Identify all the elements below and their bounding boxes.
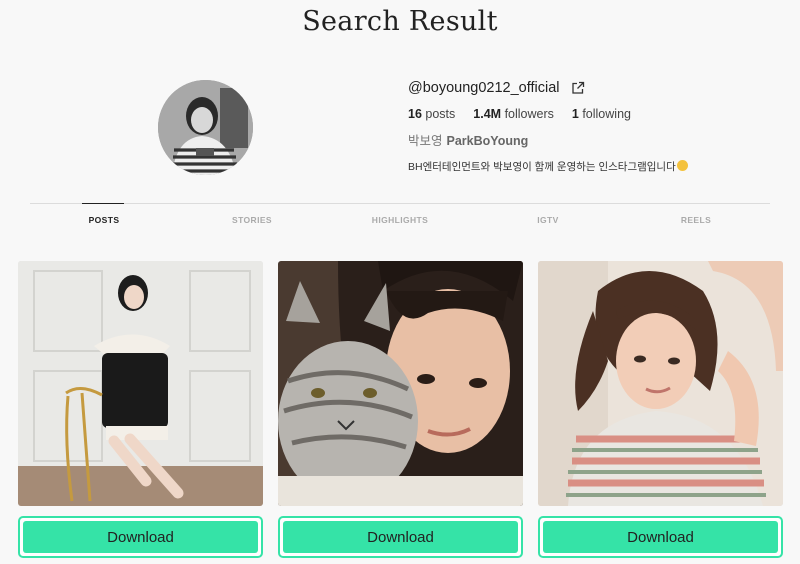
tab-stories[interactable]: STORIES [178,204,326,233]
post-photo[interactable] [538,261,783,506]
tab-posts[interactable]: POSTS [30,203,178,233]
download-button[interactable]: Download [23,521,258,553]
download-button[interactable]: Download [283,521,518,553]
profile-names: 박보영 ParkBoYoung [408,130,788,149]
download-button-frame: Download [538,516,783,558]
post-photo[interactable] [18,261,263,506]
post-card: Download [278,261,523,558]
username: @boyoung0212_official [408,80,560,96]
grinning-face-emoji-icon [676,160,688,171]
profile-info: @boyoung0212_official 16 posts 1.4M foll… [408,78,788,174]
avatar [158,80,253,175]
post-card: Download [538,261,783,558]
followers-stat: 1.4M followers [473,107,554,121]
post-photo[interactable] [278,261,523,506]
download-button[interactable]: Download [543,521,778,553]
profile-tabs: POSTS STORIES HIGHLIGHTS IGTV REELS [30,203,770,233]
download-button-frame: Download [18,516,263,558]
tab-highlights[interactable]: HIGHLIGHTS [326,204,474,233]
external-link-icon[interactable] [571,81,585,95]
page-title: Search Result [302,6,498,37]
posts-stat: 16 posts [408,107,456,121]
bio: BH엔터테인먼트와 박보영이 함께 운영하는 인스타그램입니다 [408,159,788,174]
korean-name: 박보영 [408,134,443,148]
tab-reels[interactable]: REELS [622,204,770,233]
full-name: ParkBoYoung [446,134,529,148]
following-stat: 1 following [571,107,631,121]
post-card: Download [18,261,263,558]
download-button-frame: Download [278,516,523,558]
tab-igtv[interactable]: IGTV [474,204,622,233]
bio-text: BH엔터테인먼트와 박보영이 함께 운영하는 인스타그램입니다 [408,161,676,173]
